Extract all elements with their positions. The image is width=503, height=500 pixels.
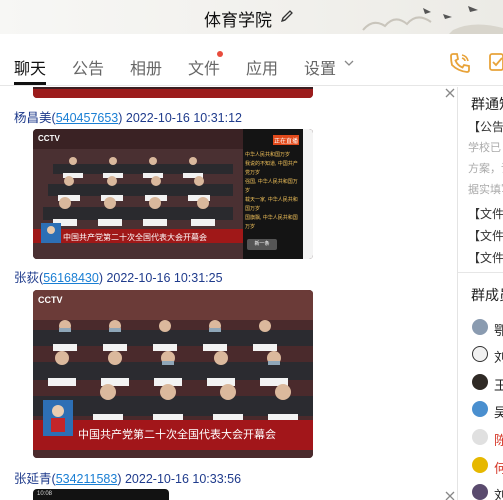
tab-apps[interactable]: 应用 — [246, 55, 278, 79]
live-comment: 强国, 中华人民共和国万岁 — [245, 179, 298, 194]
live-comment: 国旗飘, 中华人民共和国万岁 — [245, 215, 298, 230]
sender-name[interactable]: 张荻 — [14, 271, 39, 285]
member-item[interactable]: 鄂 — [472, 319, 503, 339]
live-comment: 我说的不知道, 中国共产党万岁 — [245, 161, 298, 176]
tab-files[interactable]: 文件 — [188, 55, 220, 79]
phone-call-icon[interactable] — [448, 51, 472, 75]
screen-share-icon[interactable] — [489, 52, 503, 74]
tab-settings[interactable]: 设置 — [304, 55, 336, 79]
message-sender: 张荻(56168430) 2022-10-16 10:31:25 — [14, 271, 223, 285]
close-icon[interactable] — [445, 491, 455, 500]
member-item[interactable]: 刘 — [472, 484, 503, 500]
files-notification-dot — [217, 51, 223, 57]
member-item[interactable]: 王 — [472, 374, 503, 394]
avatar — [472, 484, 488, 500]
file-notice[interactable]: 【文件】 — [468, 227, 503, 244]
sender-name[interactable]: 杨昌美 — [14, 111, 52, 125]
sender-id-link[interactable]: 540457653 — [56, 111, 119, 125]
image-message[interactable]: CCTV 正在直播 中国共产党第二十次全国代表大会开幕会 中华人民共和国万岁 我… — [33, 129, 313, 259]
avatar — [472, 346, 488, 362]
live-banner: 正在直播 — [274, 139, 299, 145]
notice-line: 学校已 — [468, 142, 501, 154]
cctv-logo: CCTV — [38, 134, 60, 143]
close-icon[interactable] — [445, 88, 455, 98]
image-message[interactable]: CCTV 中国共产党第二十次全国代表大会开幕会 — [33, 290, 313, 458]
member-name: 吴 — [494, 402, 503, 421]
next-comment-button: 新一条 — [247, 239, 277, 250]
member-name: 鄂 — [494, 320, 503, 339]
notice-line[interactable]: 【公告】 — [468, 118, 503, 135]
section-divider — [458, 272, 503, 273]
group-notice-title[interactable]: 群通知 — [471, 94, 503, 114]
live-comment: 载天一家, 中华人民共和国万岁 — [245, 197, 298, 212]
tab-chat[interactable]: 聊天 — [14, 55, 46, 79]
group-members-title[interactable]: 群成员 — [471, 285, 503, 305]
avatar — [472, 457, 488, 473]
chat-message-list[interactable]: 杨昌美(540457653) 2022-10-16 10:31:12 CCTV … — [0, 87, 457, 500]
live-comments: 中华人民共和国万岁 我说的不知道, 中国共产党万岁 强国, 中华人民共和国万岁 … — [245, 151, 301, 232]
image-message[interactable]: 10:08 — [33, 489, 169, 500]
avatar — [472, 429, 488, 445]
member-item[interactable]: 刘 — [472, 346, 503, 366]
member-name: 刘 — [494, 347, 503, 366]
member-item[interactable]: 陈 — [472, 429, 503, 449]
broadcast-caption: 中国共产党第二十次全国代表大会开幕会 — [78, 429, 276, 441]
message-sender: 张延青(534211583) 2022-10-16 10:33:56 — [14, 472, 242, 486]
avatar — [472, 401, 488, 417]
message-time: 2022-10-16 10:31:25 — [106, 271, 223, 285]
member-name: 刘 — [494, 485, 503, 500]
previous-image-message[interactable] — [33, 87, 313, 98]
group-title: 体育学院 — [204, 11, 272, 30]
file-notice[interactable]: 【文件】 — [468, 249, 503, 266]
live-comment: 中华人民共和国万岁 — [245, 152, 291, 158]
ink-painting-decoration — [362, 6, 503, 34]
caption-strip — [33, 89, 313, 98]
active-tab-indicator — [14, 82, 46, 85]
window-header: 体育学院 — [0, 0, 503, 34]
sender-id-link[interactable]: 534211583 — [56, 472, 118, 486]
phone-status-time: 10:08 — [37, 491, 53, 497]
notice-line: 据实填写 — [468, 184, 503, 196]
sender-name[interactable]: 张延青 — [14, 472, 52, 486]
tab-announcements[interactable]: 公告 — [72, 55, 104, 79]
member-name: 陈 — [494, 430, 503, 449]
member-item[interactable]: 吴 — [472, 401, 503, 421]
notice-line: 方案，请 — [468, 163, 503, 175]
group-side-panel: 群通知 【公告】 学校已 方案，请 据实填写 【文件】 【文件】 【文件】 群成… — [457, 87, 503, 500]
avatar — [472, 374, 488, 390]
avatar — [472, 319, 488, 335]
member-name: 何 — [494, 458, 503, 477]
message-sender: 杨昌美(540457653) 2022-10-16 10:31:12 — [14, 111, 242, 125]
message-time: 2022-10-16 10:31:12 — [125, 111, 242, 125]
chevron-down-icon[interactable] — [344, 59, 354, 67]
sender-id-link[interactable]: 56168430 — [43, 271, 99, 285]
member-item[interactable]: 何 — [472, 457, 503, 477]
file-notice[interactable]: 【文件】 — [468, 205, 503, 222]
member-name: 王 — [494, 375, 503, 394]
message-time: 2022-10-16 10:33:56 — [124, 472, 242, 486]
edit-pencil-icon[interactable] — [280, 9, 294, 23]
cctv-logo: CCTV — [38, 295, 63, 305]
tab-album[interactable]: 相册 — [130, 55, 162, 79]
broadcast-caption: 中国共产党第二十次全国代表大会开幕会 — [63, 233, 207, 242]
